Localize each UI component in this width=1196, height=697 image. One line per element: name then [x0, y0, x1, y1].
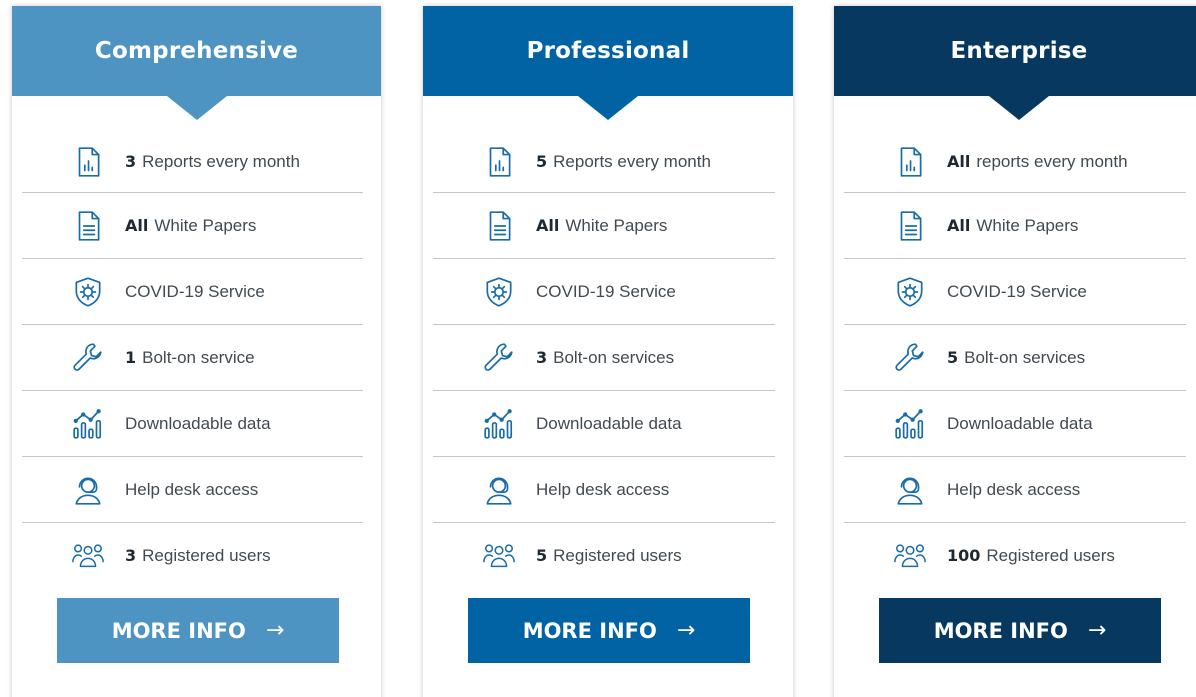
- feature-label: Registered users: [986, 545, 1115, 565]
- arrow-right-icon: →: [676, 618, 696, 643]
- feature-row: All White Papers: [433, 193, 775, 259]
- users-icon: [481, 538, 517, 574]
- wrench-icon: [892, 340, 928, 376]
- virus-shield-icon: [70, 274, 106, 310]
- wrench-icon: [481, 340, 517, 376]
- feature-row: 3 Bolt-on services: [433, 325, 775, 391]
- feature-row: 5 Registered users: [433, 523, 775, 588]
- plan-card-enterprise: Enterprise All reports every month All Whi…: [834, 6, 1196, 697]
- feature-value: 3: [125, 152, 137, 171]
- document-icon: [70, 208, 106, 244]
- wrench-icon: [70, 340, 106, 376]
- report-icon: [892, 144, 928, 180]
- feature-row: All reports every month: [844, 132, 1186, 193]
- plan-card-professional: Professional 5 Reports every month All Whi…: [423, 6, 793, 697]
- plan-header: Professional: [423, 6, 793, 120]
- virus-shield-icon: [481, 274, 517, 310]
- headset-icon: [481, 472, 517, 508]
- more-info-button[interactable]: MORE INFO →: [879, 598, 1161, 663]
- feature-row: 5 Reports every month: [433, 132, 775, 193]
- more-info-label: MORE INFO: [933, 618, 1068, 643]
- feature-label: reports every month: [976, 152, 1128, 171]
- feature-row: Downloadable data: [844, 391, 1186, 457]
- feature-row: All White Papers: [844, 193, 1186, 259]
- feature-label: Downloadable data: [947, 413, 1093, 433]
- feature-value: 3: [536, 347, 548, 367]
- plan-title: Professional: [526, 38, 690, 64]
- headset-icon: [892, 472, 928, 508]
- feature-label: Reports every month: [553, 152, 711, 171]
- document-icon: [892, 208, 928, 244]
- feature-list: 5 Reports every month All White Papers COV…: [433, 134, 775, 588]
- feature-label: COVID-19 Service: [125, 281, 265, 301]
- report-icon: [481, 144, 517, 180]
- feature-value: 5: [536, 152, 548, 171]
- feature-label: Bolt-on services: [553, 347, 675, 367]
- feature-row: Downloadable data: [433, 391, 775, 457]
- arrow-right-icon: →: [265, 618, 285, 643]
- virus-shield-icon: [892, 274, 928, 310]
- feature-value: 1: [125, 347, 137, 367]
- feature-label: White Papers: [565, 215, 668, 235]
- feature-row: COVID-19 Service: [433, 259, 775, 325]
- feature-row: 3 Reports every month: [22, 132, 363, 193]
- more-info-label: MORE INFO: [111, 618, 246, 643]
- feature-value: 5: [947, 347, 959, 367]
- feature-row: Help desk access: [433, 457, 775, 523]
- feature-row: 5 Bolt-on services: [844, 325, 1186, 391]
- feature-row: 1 Bolt-on service: [22, 325, 363, 391]
- feature-row: COVID-19 Service: [22, 259, 363, 325]
- feature-label: Reports every month: [142, 152, 300, 171]
- chart-icon: [481, 406, 517, 442]
- feature-value: 5: [536, 545, 548, 565]
- feature-label: Downloadable data: [125, 413, 271, 433]
- plan-title: Comprehensive: [94, 38, 299, 64]
- feature-row: Help desk access: [22, 457, 363, 523]
- plan-title: Enterprise: [950, 38, 1088, 64]
- feature-value: 100: [947, 545, 981, 565]
- feature-row: Downloadable data: [22, 391, 363, 457]
- more-info-button[interactable]: MORE INFO →: [468, 598, 750, 663]
- feature-value: All: [947, 152, 971, 171]
- feature-label: Downloadable data: [536, 413, 682, 433]
- more-info-label: MORE INFO: [522, 618, 657, 643]
- feature-label: Bolt-on service: [142, 347, 255, 367]
- feature-label: Help desk access: [536, 479, 670, 499]
- feature-label: White Papers: [976, 215, 1079, 235]
- feature-label: Registered users: [553, 545, 682, 565]
- feature-label: COVID-19 Service: [536, 281, 676, 301]
- feature-value: All: [536, 215, 560, 235]
- feature-label: Help desk access: [125, 479, 259, 499]
- chart-icon: [892, 406, 928, 442]
- feature-row: Help desk access: [844, 457, 1186, 523]
- headset-icon: [70, 472, 106, 508]
- plan-header: Comprehensive: [12, 6, 381, 120]
- feature-label: Registered users: [142, 545, 271, 565]
- feature-label: COVID-19 Service: [947, 281, 1087, 301]
- feature-list: All reports every month All White Papers C…: [844, 134, 1186, 588]
- users-icon: [892, 538, 928, 574]
- feature-row: COVID-19 Service: [844, 259, 1186, 325]
- plan-header: Enterprise: [834, 6, 1196, 120]
- feature-label: White Papers: [154, 215, 257, 235]
- feature-list: 3 Reports every month All White Papers COV…: [22, 134, 363, 588]
- report-icon: [70, 144, 106, 180]
- pricing-plans: Comprehensive 3 Reports every month All Wh…: [0, 0, 1196, 697]
- document-icon: [481, 208, 517, 244]
- feature-value: All: [125, 215, 149, 235]
- feature-row: 100 Registered users: [844, 523, 1186, 588]
- feature-row: 3 Registered users: [22, 523, 363, 588]
- plan-card-comprehensive: Comprehensive 3 Reports every month All Wh…: [12, 6, 381, 697]
- feature-row: All White Papers: [22, 193, 363, 259]
- arrow-right-icon: →: [1087, 618, 1107, 643]
- feature-value: 3: [125, 545, 137, 565]
- more-info-button[interactable]: MORE INFO →: [57, 598, 339, 663]
- users-icon: [70, 538, 106, 574]
- feature-label: Help desk access: [947, 479, 1081, 499]
- chart-icon: [70, 406, 106, 442]
- feature-label: Bolt-on services: [964, 347, 1086, 367]
- feature-value: All: [947, 215, 971, 235]
